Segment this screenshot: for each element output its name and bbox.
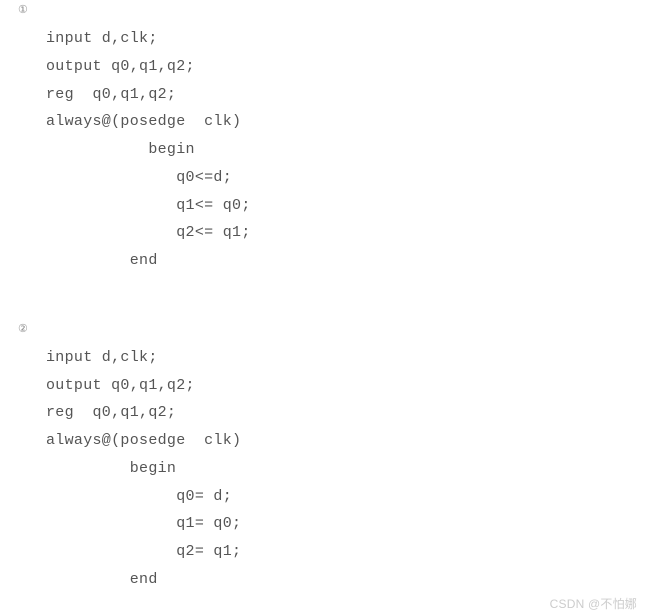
code-content: ① input d,clk; output q0,q1,q2; reg q0,q… xyxy=(0,0,649,594)
block-marker-2: ② xyxy=(18,325,649,336)
code-block-2: input d,clk; output q0,q1,q2; reg q0,q1,… xyxy=(18,344,649,594)
watermark: CSDN @不怕娜 xyxy=(550,595,637,612)
code-block-1: input d,clk; output q0,q1,q2; reg q0,q1,… xyxy=(18,25,649,275)
spacer xyxy=(18,275,649,325)
block-marker-1: ① xyxy=(18,6,649,17)
